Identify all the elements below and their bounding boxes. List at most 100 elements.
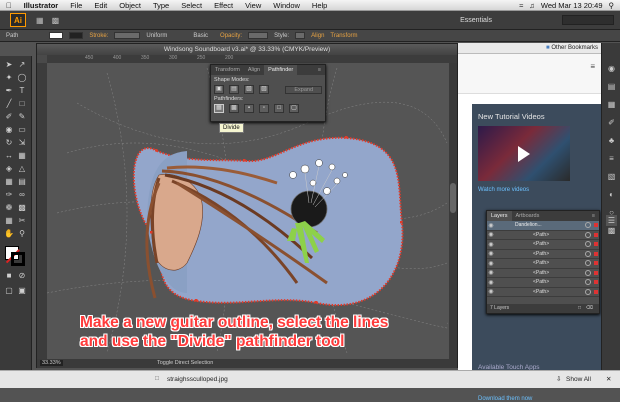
gradient-tool-icon[interactable]: ▤ <box>17 177 27 187</box>
horizontal-ruler[interactable]: 450 400 350 300 250 200 <box>47 55 457 63</box>
layer-row[interactable]: ◉ <Path> <box>487 240 599 250</box>
rectangle-tool-icon[interactable]: □ <box>17 99 27 109</box>
zoom-level[interactable]: 33.33% <box>40 360 63 366</box>
selection-tool-icon[interactable]: ➤ <box>4 60 14 70</box>
vertical-scrollbar[interactable] <box>449 63 457 359</box>
crop-button[interactable]: ▫ <box>259 104 269 113</box>
menu-effect[interactable]: Effect <box>208 1 239 10</box>
play-icon[interactable] <box>518 146 530 162</box>
menu-view[interactable]: View <box>239 1 267 10</box>
transform-link[interactable]: Transform <box>330 33 357 39</box>
style-swatch[interactable] <box>295 32 306 39</box>
scroll-thumb[interactable] <box>450 183 456 213</box>
shape-builder-tool-icon[interactable]: ◈ <box>4 164 14 174</box>
target-icon[interactable] <box>585 288 591 295</box>
bridge-icon[interactable]: ▦ <box>36 16 44 25</box>
document-title[interactable]: Windsong Soundboard v3.ai* @ 33.33% (CMY… <box>37 44 457 55</box>
graphic-styles-icon[interactable]: ▩ <box>606 225 617 236</box>
search-field[interactable] <box>562 15 614 25</box>
symbol-sprayer-tool-icon[interactable]: ❁ <box>4 203 14 213</box>
search-icon[interactable]: ⚲ <box>609 1 615 10</box>
layer-row[interactable]: ◉ <Path> <box>487 269 599 278</box>
stroke-panel-icon[interactable]: ≡ <box>606 153 617 164</box>
show-all-button[interactable]: Show All <box>566 376 591 383</box>
target-icon[interactable] <box>585 250 591 257</box>
panel-menu-icon[interactable]: ≡ <box>588 211 599 221</box>
target-icon[interactable] <box>585 241 591 248</box>
layer-row[interactable]: ◉ <Path> <box>487 259 599 269</box>
new-layer-icon[interactable]: □ <box>578 304 581 313</box>
trim-button[interactable]: ▩ <box>229 104 239 113</box>
stroke-swatch[interactable] <box>69 32 84 39</box>
visibility-eye-icon[interactable]: ◉ <box>487 241 495 248</box>
slice-tool-icon[interactable]: ✂ <box>17 216 27 226</box>
menu-type[interactable]: Type <box>147 1 175 10</box>
tab-pathfinder[interactable]: Pathfinder <box>264 65 298 75</box>
download-link[interactable]: Download them now <box>478 396 532 402</box>
magic-wand-tool-icon[interactable]: ✦ <box>4 73 14 83</box>
volume-icon[interactable]: ♫ <box>529 1 535 10</box>
opacity-link[interactable]: Opacity: <box>220 33 242 39</box>
color-panel-icon[interactable]: ◉ <box>606 63 617 74</box>
target-icon[interactable] <box>585 269 591 276</box>
stroke-color-swatch[interactable] <box>11 252 25 266</box>
tab-layers[interactable]: Layers <box>487 211 512 221</box>
menu-file[interactable]: File <box>64 1 88 10</box>
visibility-eye-icon[interactable]: ◉ <box>487 269 495 276</box>
layers-dock-icon[interactable]: ☰ <box>606 215 617 226</box>
symbols-icon[interactable]: ♣ <box>606 135 617 146</box>
menu-help[interactable]: Help <box>306 1 333 10</box>
arrange-icon[interactable]: ▩ <box>52 16 60 25</box>
minus-front-button[interactable]: ▤ <box>229 85 239 94</box>
target-icon[interactable] <box>585 279 591 286</box>
menu-app-name[interactable]: Illustrator <box>18 1 65 10</box>
merge-button[interactable]: ▪ <box>244 104 254 113</box>
zoom-tool-icon[interactable]: ⚲ <box>17 229 27 239</box>
stroke-weight-field[interactable] <box>114 32 141 39</box>
visibility-eye-icon[interactable]: ◉ <box>487 288 495 295</box>
align-link[interactable]: Align <box>311 33 324 39</box>
vertical-ruler[interactable] <box>37 63 47 359</box>
menu-object[interactable]: Object <box>113 1 147 10</box>
transparency-icon[interactable]: ◐ <box>606 189 617 200</box>
close-icon[interactable]: ✕ <box>606 375 611 383</box>
other-bookmarks[interactable]: Other Bookmarks <box>551 45 598 51</box>
layer-row[interactable]: ◉ <Path> <box>487 278 599 288</box>
minus-back-button[interactable]: ▢ <box>289 104 299 113</box>
profile-select[interactable]: Uniform <box>146 33 167 39</box>
scale-tool-icon[interactable]: ⇲ <box>17 138 27 148</box>
blend-tool-icon[interactable]: ∞ <box>17 190 27 200</box>
none-mode-icon[interactable]: ⊘ <box>17 271 27 281</box>
brushes-icon[interactable]: ✐ <box>606 117 617 128</box>
lasso-tool-icon[interactable]: ◯ <box>17 73 27 83</box>
trash-icon[interactable]: ⌫ <box>586 304 593 313</box>
fill-swatch[interactable] <box>49 32 64 39</box>
visibility-eye-icon[interactable]: ◉ <box>487 231 495 238</box>
layer-row[interactable]: ◉ <Path> <box>487 231 599 240</box>
draw-mode-icon[interactable]: ▢ <box>4 286 14 296</box>
free-transform-tool-icon[interactable]: ▦ <box>17 151 27 161</box>
tutorial-thumbnail[interactable] <box>478 126 570 181</box>
expand-button[interactable]: Expand <box>285 85 322 94</box>
direct-selection-tool-icon[interactable]: ↗ <box>17 60 27 70</box>
visibility-eye-icon[interactable]: ◉ <box>487 279 495 286</box>
tab-transform[interactable]: Transform <box>211 65 244 75</box>
gradient-panel-icon[interactable]: ▧ <box>606 171 617 182</box>
panel-menu-icon[interactable]: ≡ <box>314 65 325 75</box>
target-icon[interactable] <box>585 260 591 267</box>
divide-button[interactable]: ▦ <box>214 104 224 113</box>
line-tool-icon[interactable]: ╱ <box>4 99 14 109</box>
hand-tool-icon[interactable]: ✋ <box>4 229 14 239</box>
pencil-tool-icon[interactable]: ✎ <box>17 112 27 122</box>
type-tool-icon[interactable]: T <box>17 86 27 96</box>
outline-button[interactable]: □ <box>274 104 284 113</box>
menu-icon[interactable]: ≡ <box>590 62 595 71</box>
watch-more-link[interactable]: Watch more videos <box>478 187 529 193</box>
rotate-tool-icon[interactable]: ↻ <box>4 138 14 148</box>
graph-tool-icon[interactable]: ▩ <box>17 203 27 213</box>
download-file[interactable]: straighssculloped.jpg <box>167 376 228 383</box>
workspace-switcher[interactable]: Essentials <box>460 17 492 24</box>
target-icon[interactable] <box>585 231 591 238</box>
width-tool-icon[interactable]: ↔ <box>4 151 14 161</box>
apple-icon[interactable]:  <box>0 1 18 10</box>
